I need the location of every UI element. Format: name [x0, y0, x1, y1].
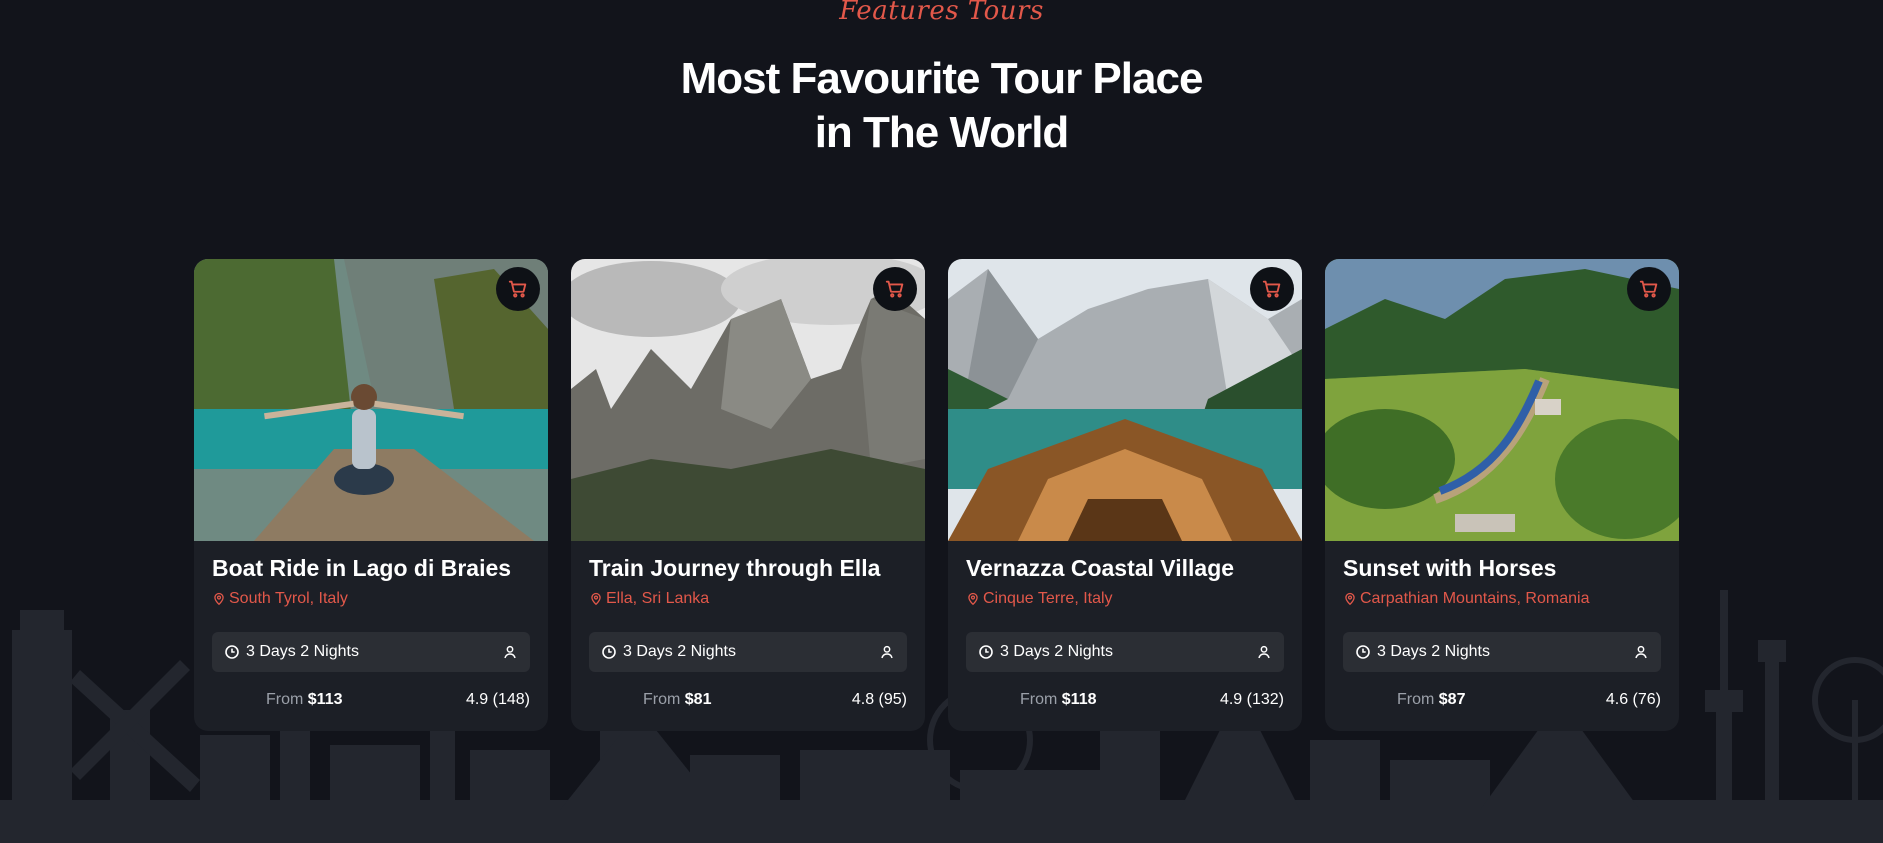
tour-location-text: South Tyrol, Italy [229, 590, 348, 607]
map-pin-icon [591, 592, 601, 606]
tour-rating: 4.6 (76) [1605, 691, 1661, 708]
map-pin-icon [968, 592, 978, 606]
tour-photo[interactable] [571, 259, 925, 541]
price-value: $118 [1061, 691, 1097, 708]
add-to-cart-button[interactable] [873, 267, 917, 311]
price-value: $87 [1438, 691, 1466, 708]
tour-duration-text: 3 Days 2 Nights [623, 643, 736, 660]
cart-icon [1639, 280, 1658, 298]
clock-icon [225, 645, 239, 659]
tour-location-text: Cinque Terre, Italy [983, 590, 1113, 607]
tour-duration-text: 3 Days 2 Nights [246, 643, 359, 660]
cart-icon [1262, 280, 1281, 298]
person-icon [504, 645, 516, 659]
tour-location: South Tyrol, Italy [212, 590, 348, 608]
tour-rating: 4.8 (95) [851, 691, 907, 708]
tour-info-bar: 3 Days 2 Nights [212, 632, 530, 672]
tour-rating: 4.9 (132) [1219, 691, 1284, 708]
tour-location-text: Carpathian Mountains, Romania [1360, 590, 1590, 607]
travelers-button[interactable] [879, 644, 895, 660]
add-to-cart-button[interactable] [1627, 267, 1671, 311]
cart-icon [508, 280, 527, 298]
add-to-cart-button[interactable] [1250, 267, 1294, 311]
tour-photo[interactable] [194, 259, 548, 541]
tour-title[interactable]: Boat Ride in Lago di Braies [212, 555, 511, 582]
add-to-cart-button[interactable] [496, 267, 540, 311]
person-icon [1258, 645, 1270, 659]
clock-icon [979, 645, 993, 659]
travelers-button[interactable] [1256, 644, 1272, 660]
tour-duration-text: 3 Days 2 Nights [1377, 643, 1490, 660]
section-title-line1: Most Favourite Tour Place [680, 54, 1204, 103]
price-prefix: From [643, 691, 681, 708]
person-icon [881, 645, 893, 659]
tour-duration: 3 Days 2 Nights [601, 643, 736, 661]
price-prefix: From [266, 691, 304, 708]
tour-info-bar: 3 Days 2 Nights [589, 632, 907, 672]
map-pin-icon [1345, 592, 1355, 606]
tour-price: From $87 [1397, 691, 1465, 709]
map-pin-icon [214, 592, 224, 606]
clock-icon [602, 645, 616, 659]
section-title-line2: in The World [814, 108, 1070, 157]
price-value: $81 [684, 691, 712, 708]
tour-price: From $113 [266, 691, 343, 709]
tour-card[interactable]: Sunset with Horses Carpathian Mountains,… [1325, 259, 1679, 731]
tour-price: From $81 [643, 691, 711, 709]
section-eyebrow: Features Tours [839, 0, 1044, 26]
tour-location: Cinque Terre, Italy [966, 590, 1113, 608]
section-title: Most Favourite Tour Place in The World [0, 52, 1883, 160]
travelers-button[interactable] [1633, 644, 1649, 660]
tour-price: From $118 [1020, 691, 1097, 709]
tour-info-bar: 3 Days 2 Nights [1343, 632, 1661, 672]
tour-card[interactable]: Vernazza Coastal Village Cinque Terre, I… [948, 259, 1302, 731]
cart-icon [885, 280, 904, 298]
price-prefix: From [1020, 691, 1058, 708]
tour-photo[interactable] [948, 259, 1302, 541]
tour-location: Ella, Sri Lanka [589, 590, 709, 608]
clock-icon [1356, 645, 1370, 659]
tour-card[interactable]: Boat Ride in Lago di Braies South Tyrol,… [194, 259, 548, 731]
price-value: $113 [307, 691, 343, 708]
tour-title[interactable]: Sunset with Horses [1343, 555, 1556, 582]
tour-duration: 3 Days 2 Nights [978, 643, 1113, 661]
tour-title[interactable]: Train Journey through Ella [589, 555, 880, 582]
tour-duration: 3 Days 2 Nights [1355, 643, 1490, 661]
price-prefix: From [1397, 691, 1435, 708]
tour-location-text: Ella, Sri Lanka [606, 590, 710, 607]
tour-info-bar: 3 Days 2 Nights [966, 632, 1284, 672]
tour-photo[interactable] [1325, 259, 1679, 541]
travelers-button[interactable] [502, 644, 518, 660]
tour-title[interactable]: Vernazza Coastal Village [966, 555, 1234, 582]
person-icon [1635, 645, 1647, 659]
tour-card[interactable]: Train Journey through Ella Ella, Sri Lan… [571, 259, 925, 731]
tour-duration: 3 Days 2 Nights [224, 643, 359, 661]
tour-location: Carpathian Mountains, Romania [1343, 590, 1589, 608]
tour-card-list: Boat Ride in Lago di Braies South Tyrol,… [194, 259, 1680, 731]
tour-rating: 4.9 (148) [465, 691, 530, 708]
tour-duration-text: 3 Days 2 Nights [1000, 643, 1113, 660]
